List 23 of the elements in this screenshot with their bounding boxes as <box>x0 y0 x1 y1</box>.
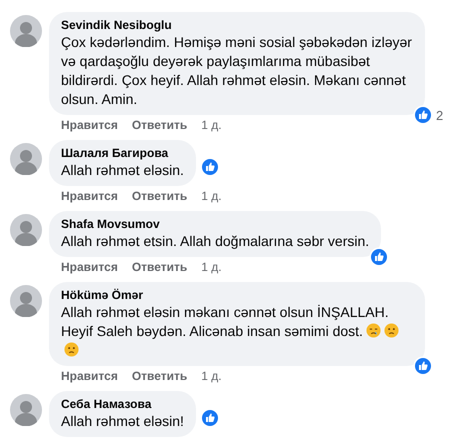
like-link[interactable]: Нравится <box>61 118 118 133</box>
like-link[interactable]: Нравится <box>61 189 118 204</box>
comment-text: Allah rəhmət eləsin! <box>61 412 184 431</box>
reply-link[interactable]: Ответить <box>132 118 188 133</box>
comment-text: Allah rəhmət eləsin məkanı cənnət olsun İNŞALLAH. Heyif Saleh bəydən. Alicənab insan səmimi dost. <box>61 303 413 360</box>
reply-link[interactable]: Ответить <box>132 369 188 384</box>
author-name[interactable]: Sevindik Nesiboglu <box>61 17 413 33</box>
author-name[interactable]: Shafa Movsumov <box>61 216 370 232</box>
author-name[interactable]: Шалаля Багирова <box>61 145 184 161</box>
timestamp[interactable]: 1 д. <box>201 260 222 275</box>
author-name[interactable]: Себа Намазова <box>61 396 184 412</box>
reply-link[interactable]: Ответить <box>132 189 188 204</box>
timestamp[interactable]: 1 д. <box>201 118 222 133</box>
reply-link[interactable]: Ответить <box>132 260 188 275</box>
comment-text: Allah rəhmət etsin. Allah doğmalarına səbr versin. <box>61 232 370 251</box>
like-link[interactable]: Нравится <box>61 260 118 275</box>
timestamp[interactable]: 1 д. <box>201 189 222 204</box>
reaction-count: 2 <box>436 108 444 122</box>
comment-text: Çox kədərləndim. Həmişə məni sosial şəbəkədən izləyər və qardaşoğlu deyərək paylaşımlarıma mübasibət bildirərdi. Çox heyif. Allah rəhmət eləsin. Məkanı cənnət olsun. Amin. <box>61 33 413 109</box>
comment-text: Allah rəhmət eləsin. <box>61 161 184 180</box>
author-name[interactable]: Hökümə Ömər <box>61 287 413 303</box>
like-link[interactable]: Нравится <box>61 369 118 384</box>
timestamp[interactable]: 1 д. <box>201 369 222 384</box>
